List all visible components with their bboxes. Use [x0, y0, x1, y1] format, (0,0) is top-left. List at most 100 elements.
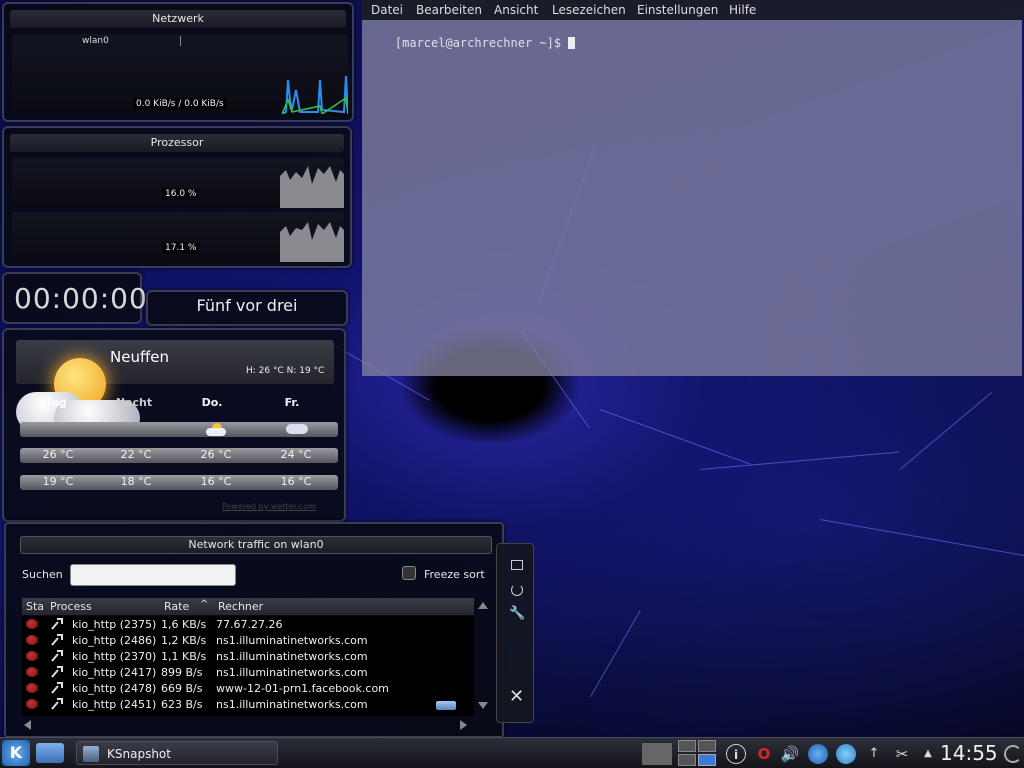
- network-rate-label: 0.0 KiB/s / 0.0 KiB/s: [133, 98, 227, 110]
- pager-screen-2[interactable]: [678, 740, 696, 752]
- row-host: 77.67.27.26: [216, 618, 283, 631]
- row-process: kio_http (2370): [72, 650, 157, 663]
- table-row[interactable]: kio_http (2417) 899 B/s ns1.illuminatine…: [22, 664, 472, 680]
- weather-low-1: 18 °C: [120, 475, 152, 488]
- terminal-cursor: [568, 37, 576, 49]
- close-icon[interactable]: ✕: [509, 688, 524, 706]
- network-interface-label: wlan0: [82, 36, 109, 46]
- network-graph: wlan0 0.0 KiB/s / 0.0 KiB/s: [12, 34, 348, 116]
- row-host: ns1.illuminatinetworks.com: [216, 650, 368, 663]
- row-process: kio_http (2478): [72, 682, 157, 695]
- status-icon: [26, 683, 38, 693]
- fuzzy-clock-text: Fünf vor drei: [196, 296, 298, 315]
- weather-day-3: Fr.: [284, 396, 300, 409]
- scroll-up-arrow-icon[interactable]: [478, 602, 488, 609]
- table-row[interactable]: kio_http (2375) 1,6 KB/s 77.67.27.26: [22, 616, 472, 632]
- status-icon: [26, 699, 38, 709]
- row-host: ns1.illuminatinetworks.com: [216, 666, 368, 679]
- row-host: ns1.illuminatinetworks.com: [216, 634, 368, 647]
- speaker-icon[interactable]: 🔊: [780, 744, 800, 764]
- processor-widget-title: Prozessor: [10, 134, 344, 152]
- weather-high-2: 26 °C: [200, 448, 232, 461]
- taskbar-clock[interactable]: 14:55: [940, 741, 998, 765]
- scroll-down-arrow-icon[interactable]: [478, 702, 488, 709]
- row-host: ns1.illuminatinetworks.com: [216, 698, 368, 711]
- menu-lesezeichen[interactable]: Lesezeichen: [552, 3, 626, 17]
- opera-icon[interactable]: O: [754, 744, 774, 764]
- menu-ansicht[interactable]: Ansicht: [494, 3, 538, 17]
- pager-screen-5[interactable]: [698, 754, 716, 766]
- terminal-prompt: [marcel@archrechner ~]$: [394, 36, 569, 50]
- task-label: KSnapshot: [107, 747, 171, 761]
- scissors-icon[interactable]: ✂: [892, 744, 912, 764]
- applet-handle: 🔧 ✕: [496, 543, 534, 723]
- process-icon: [51, 650, 63, 662]
- folder-icon[interactable]: [36, 743, 64, 763]
- row-process: kio_http (2375): [72, 618, 157, 631]
- kopete-icon[interactable]: [836, 744, 856, 764]
- freeze-sort-checkbox[interactable]: [402, 566, 416, 580]
- freeze-sort-label: Freeze sort: [424, 568, 485, 581]
- weather-icons-row: [20, 422, 338, 437]
- network-widget-title: Netzwerk: [10, 10, 346, 28]
- process-icon: [51, 698, 63, 710]
- row-process: kio_http (2451): [72, 698, 157, 711]
- status-icon: [26, 635, 38, 645]
- terminal-area[interactable]: [marcel@archrechner ~]$: [362, 20, 1022, 376]
- half-circle-icon[interactable]: [1004, 745, 1022, 763]
- processor-widget: Prozessor 16.0 % 17.1 %: [2, 126, 352, 268]
- process-icon: [51, 634, 63, 646]
- wifi-icon[interactable]: ↑: [864, 744, 884, 764]
- column-status[interactable]: Sta: [26, 600, 44, 613]
- rotate-icon[interactable]: [511, 584, 523, 596]
- resize-icon[interactable]: [511, 560, 523, 570]
- terminal-menubar: Datei Bearbeiten Ansicht Lesezeichen Ein…: [362, 0, 1024, 20]
- vertical-scrollbar[interactable]: [476, 598, 490, 716]
- horizontal-scrollbar[interactable]: [22, 718, 474, 732]
- sort-ascending-icon: ^: [200, 599, 209, 610]
- menu-hilfe[interactable]: Hilfe: [729, 3, 756, 17]
- pager-screen-4[interactable]: [678, 754, 696, 766]
- wrench-icon[interactable]: 🔧: [509, 606, 525, 621]
- menu-einstellungen[interactable]: Einstellungen: [637, 3, 718, 17]
- task-ksnapshot[interactable]: KSnapshot: [76, 741, 278, 765]
- cpu-core2-label: 17.1 %: [162, 242, 200, 254]
- terminal-prompt-line: [marcel@archrechner ~]$: [366, 22, 576, 64]
- scroll-right-arrow-icon[interactable]: [460, 720, 467, 730]
- column-process[interactable]: Process: [50, 600, 92, 613]
- table-row[interactable]: kio_http (2451) 623 B/s ns1.illuminatine…: [22, 696, 472, 712]
- weather-highs-row: 26 °C 22 °C 26 °C 24 °C: [20, 448, 338, 463]
- row-rate: 1,2 KB/s: [161, 634, 207, 647]
- row-rate: 899 B/s: [161, 666, 203, 679]
- row-rate: 623 B/s: [161, 698, 203, 711]
- weather-powered-by-link[interactable]: Powered by wetter.com: [222, 502, 316, 511]
- network-widget: Netzwerk wlan0 0.0 KiB/s / 0.0 KiB/s: [2, 2, 354, 122]
- pager-screen-1[interactable]: [642, 743, 672, 765]
- process-icon: [51, 666, 63, 678]
- pager-screen-3[interactable]: [698, 740, 716, 752]
- weather-low-2: 16 °C: [200, 475, 232, 488]
- cpu-core1-label: 16.0 %: [162, 188, 200, 200]
- info-icon[interactable]: i: [726, 744, 746, 764]
- table-row[interactable]: kio_http (2370) 1,1 KB/s ns1.illuminatin…: [22, 648, 472, 664]
- cpu-core1-graph: 16.0 %: [12, 158, 344, 208]
- weather-day-2: Do.: [201, 396, 223, 409]
- row-rate: 1,1 KB/s: [161, 650, 207, 663]
- search-input[interactable]: [70, 564, 236, 586]
- menu-bearbeiten[interactable]: Bearbeiten: [416, 3, 482, 17]
- table-row[interactable]: kio_http (2478) 669 B/s www-12-01-prn1.f…: [22, 680, 472, 696]
- network-manager-icon[interactable]: [808, 744, 828, 764]
- menu-datei[interactable]: Datei: [371, 3, 403, 17]
- row-process: kio_http (2417): [72, 666, 157, 679]
- tray-expand-arrow-icon[interactable]: ▲: [918, 744, 938, 764]
- column-rate[interactable]: Rate: [164, 600, 189, 613]
- process-icon: [51, 682, 63, 694]
- column-host[interactable]: Rechner: [218, 600, 263, 613]
- row-host: www-12-01-prn1.facebook.com: [216, 682, 389, 695]
- scroll-left-arrow-icon[interactable]: [24, 720, 31, 730]
- kde-logo-icon[interactable]: K: [2, 740, 30, 766]
- weather-high-3: 24 °C: [280, 448, 312, 461]
- table-row[interactable]: kio_http (2486) 1,2 KB/s ns1.illuminatin…: [22, 632, 472, 648]
- weather-day3-cloud-icon: [286, 424, 308, 434]
- graph-divider: [180, 36, 181, 46]
